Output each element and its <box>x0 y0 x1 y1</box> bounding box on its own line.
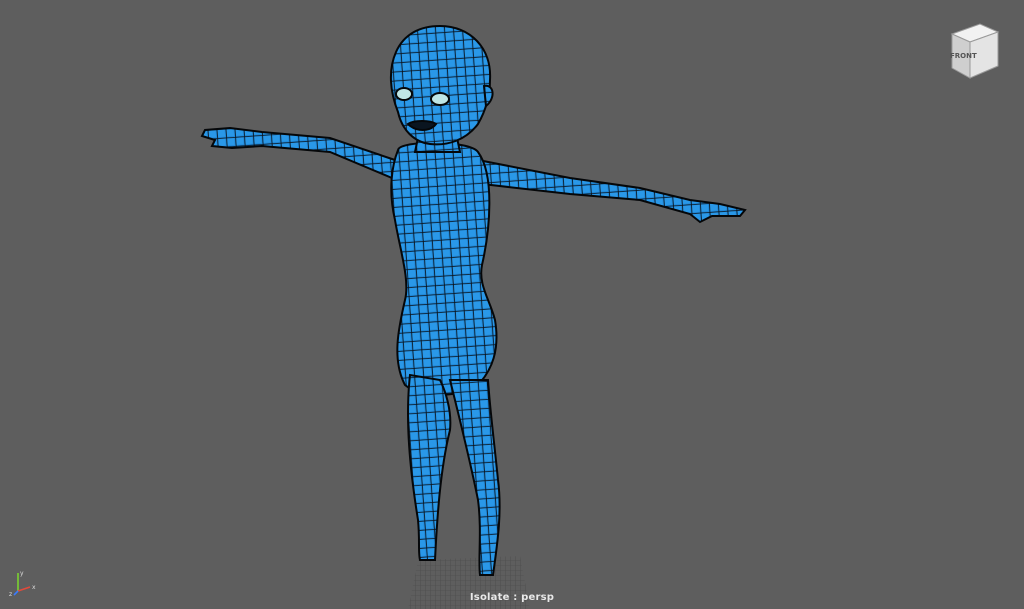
character-mesh <box>200 24 747 576</box>
axis-y-label: y <box>20 570 24 577</box>
view-cube-face-label: FRONT <box>950 52 977 60</box>
scene-canvas[interactable] <box>0 0 1024 609</box>
view-cube-icon[interactable]: FRONT <box>946 20 1002 82</box>
eye-right <box>430 92 450 106</box>
eye-left <box>395 87 413 101</box>
3d-viewport[interactable]: FRONT y x z Isolate : persp <box>0 0 1024 609</box>
camera-label: Isolate : persp <box>469 592 555 603</box>
axis-x-label: x <box>32 584 36 591</box>
